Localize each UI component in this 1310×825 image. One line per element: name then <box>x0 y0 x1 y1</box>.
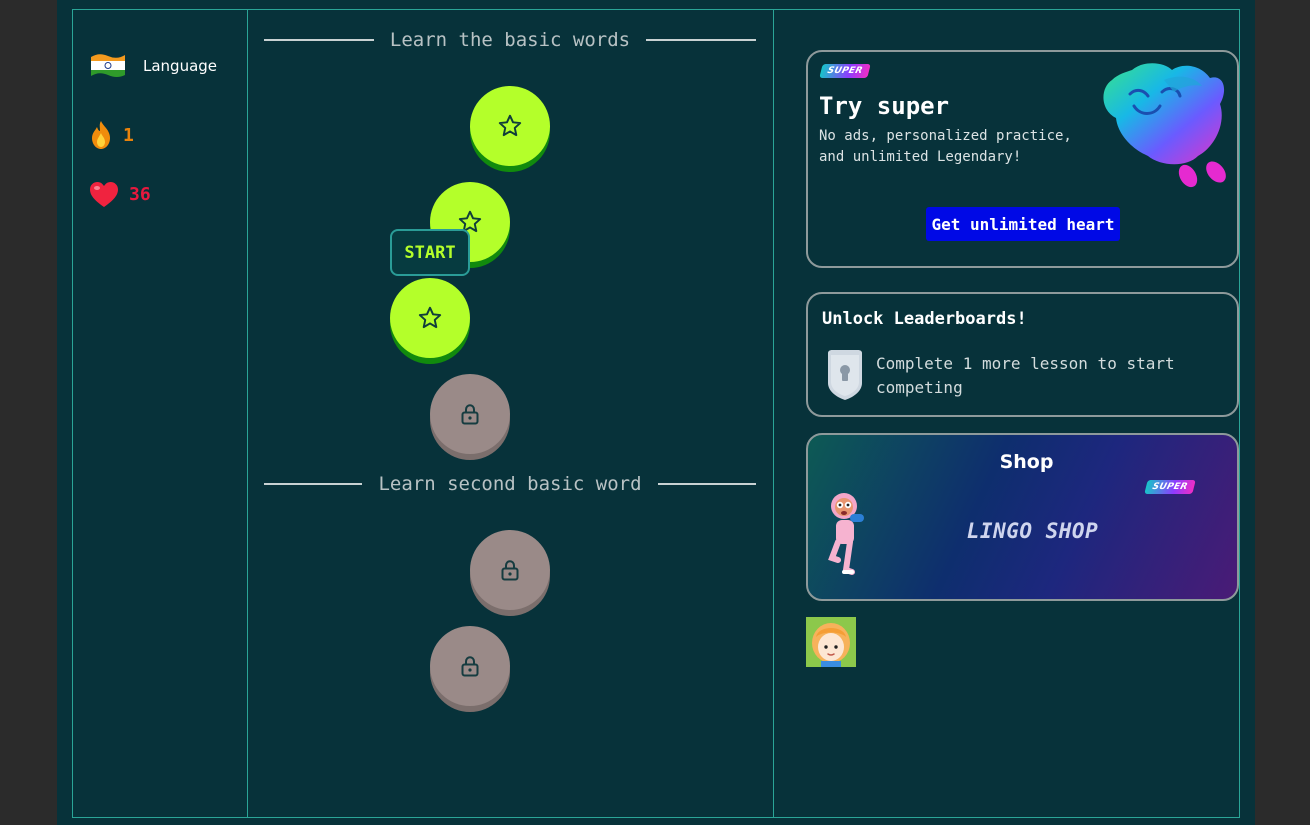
section-rule <box>264 39 374 41</box>
main-frame: Language 1 36 Learn the basic words STAR… <box>72 9 1240 818</box>
lesson-node-4[interactable] <box>430 374 510 454</box>
lock-icon <box>501 560 519 581</box>
section-title: Learn second basic word <box>378 473 642 495</box>
hearts-counter: 36 <box>89 181 151 208</box>
right-divider <box>773 10 774 817</box>
left-divider <box>247 10 248 817</box>
section-header-2: Learn second basic word <box>264 473 757 495</box>
super-badge-label: SUPER <box>826 66 864 76</box>
streak-value: 1 <box>123 124 134 146</box>
super-badge-label: SUPER <box>1151 482 1189 492</box>
super-badge: SUPER <box>1144 480 1196 494</box>
start-button[interactable]: START <box>390 229 470 276</box>
india-flag-icon <box>91 54 125 78</box>
super-description: No ads, personalized practice, and unlim… <box>819 128 1072 165</box>
lock-icon <box>461 404 479 425</box>
section-title: Learn the basic words <box>389 29 631 51</box>
language-selector[interactable]: Language <box>89 51 217 80</box>
super-promo-card: SUPER Try super No ads, personalized pra… <box>806 50 1239 268</box>
lesson-node-1[interactable] <box>470 86 550 166</box>
lock-icon <box>461 656 479 677</box>
lesson-node-3[interactable] <box>390 278 470 358</box>
super-title: Try super <box>819 92 950 120</box>
language-label: Language <box>143 56 218 75</box>
lesson-node-6[interactable] <box>430 626 510 706</box>
streak-counter: 1 <box>89 120 134 150</box>
section-header-1: Learn the basic words <box>264 29 756 51</box>
star-icon <box>498 114 522 137</box>
super-mascot-icon <box>1103 63 1226 188</box>
get-unlimited-heart-button[interactable]: Get unlimited heart <box>926 207 1120 241</box>
fire-icon <box>92 121 110 149</box>
leaderboard-description: Complete 1 more lesson to start competin… <box>876 354 1175 397</box>
user-avatar-icon[interactable] <box>806 617 856 667</box>
section-rule <box>264 483 363 485</box>
section-rule <box>646 39 756 41</box>
leaderboard-title: Unlock Leaderboards! <box>822 309 1027 329</box>
hearts-value: 36 <box>129 184 151 205</box>
lesson-node-5[interactable] <box>470 530 550 610</box>
heart-icon <box>90 182 118 207</box>
shop-card[interactable]: Shop SUPER LINGO SHOP <box>806 433 1239 601</box>
shop-name: LINGO SHOP <box>966 519 1099 543</box>
section-rule <box>657 483 757 485</box>
shop-title: Shop <box>999 451 1054 473</box>
star-icon <box>418 306 442 329</box>
leaderboard-card: Unlock Leaderboards! Complete 1 more les… <box>806 292 1239 417</box>
super-badge: SUPER <box>819 64 871 78</box>
locked-shield-icon <box>828 350 862 400</box>
app-window: Language 1 36 Learn the basic words STAR… <box>57 0 1255 825</box>
